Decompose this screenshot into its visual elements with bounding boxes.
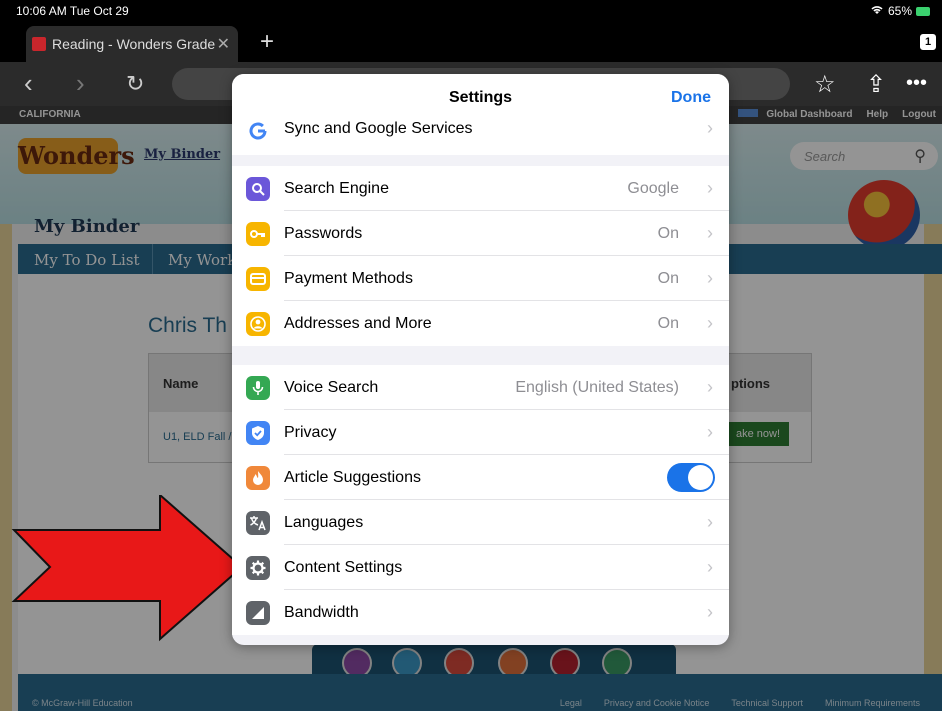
settings-row-label: Languages	[284, 514, 364, 531]
settings-row-payment-methods[interactable]: Payment Methods On ›	[232, 256, 729, 301]
reload-icon[interactable]: ↻	[126, 71, 144, 97]
translate-icon	[246, 511, 270, 535]
settings-row-label: Payment Methods	[284, 270, 413, 287]
settings-row-label: Voice Search	[284, 379, 379, 396]
settings-row-value: Google	[627, 180, 679, 197]
microphone-icon	[246, 376, 270, 400]
settings-row-label: Passwords	[284, 225, 363, 242]
settings-group-basics: Search Engine Google › Passwords On › Pa…	[232, 166, 729, 346]
status-bar: 10:06 AM Tue Oct 29 65%	[0, 0, 942, 22]
settings-title: Settings	[448, 89, 513, 106]
settings-row-value: On	[657, 225, 679, 242]
settings-row-article-suggestions: Article Suggestions	[232, 455, 729, 500]
settings-row-passwords[interactable]: Passwords On ›	[232, 211, 729, 256]
settings-group-account: Sync and Google Services ›	[232, 110, 729, 155]
close-tab-icon[interactable]: ✕	[217, 34, 230, 54]
google-icon	[246, 119, 270, 143]
chevron-right-icon: ›	[707, 268, 713, 288]
share-icon[interactable]: ⇪	[866, 70, 886, 99]
chevron-right-icon: ›	[707, 422, 713, 442]
settings-row-label: Bandwidth	[284, 604, 359, 621]
more-menu-icon[interactable]: •••	[906, 72, 927, 95]
settings-row-value: English (United States)	[515, 379, 679, 396]
chevron-right-icon: ›	[707, 178, 713, 198]
battery-icon	[916, 6, 930, 16]
tab-count-button[interactable]: 1	[920, 34, 936, 50]
settings-row-search-engine[interactable]: Search Engine Google ›	[232, 166, 729, 211]
done-button[interactable]: Done	[671, 89, 711, 107]
back-icon[interactable]: ‹	[24, 68, 33, 99]
new-tab-button[interactable]: +	[260, 28, 274, 56]
browser-tab[interactable]: Reading - Wonders Grade ✕	[26, 26, 238, 62]
settings-row-bandwidth[interactable]: Bandwidth ›	[232, 590, 729, 635]
settings-row-label: Addresses and More	[284, 315, 432, 332]
person-icon	[246, 312, 270, 336]
settings-row-label: Content Settings	[284, 559, 403, 576]
gear-icon	[246, 556, 270, 580]
chevron-right-icon: ›	[707, 557, 713, 577]
settings-row-privacy[interactable]: Privacy ›	[232, 410, 729, 455]
bookmark-star-icon[interactable]: ☆	[814, 70, 836, 99]
settings-row-label: Article Suggestions	[284, 469, 421, 486]
chevron-right-icon: ›	[707, 118, 713, 138]
search-icon	[246, 177, 270, 201]
forward-icon[interactable]: ›	[76, 68, 85, 99]
settings-row-value: On	[657, 270, 679, 287]
flame-icon	[246, 466, 270, 490]
tab-strip: Reading - Wonders Grade ✕ + 1	[0, 22, 942, 62]
settings-row-label: Privacy	[284, 424, 337, 441]
red-arrow-annotation	[11, 495, 244, 642]
key-icon	[246, 222, 270, 246]
settings-row-content-settings[interactable]: Content Settings ›	[232, 545, 729, 590]
bandwidth-icon	[246, 601, 270, 625]
tab-title: Reading - Wonders Grade	[52, 36, 216, 52]
settings-row-label: Search Engine	[284, 180, 389, 197]
credit-card-icon	[246, 267, 270, 291]
status-time: 10:06 AM Tue Oct 29	[16, 4, 129, 18]
chevron-right-icon: ›	[707, 223, 713, 243]
chevron-right-icon: ›	[707, 602, 713, 622]
settings-group-advanced: Voice Search English (United States) › P…	[232, 365, 729, 635]
settings-row-languages[interactable]: Languages ›	[232, 500, 729, 545]
chevron-right-icon: ›	[707, 313, 713, 333]
settings-row-addresses[interactable]: Addresses and More On ›	[232, 301, 729, 346]
settings-row-sync[interactable]: Sync and Google Services ›	[232, 110, 729, 155]
settings-row-voice-search[interactable]: Voice Search English (United States) ›	[232, 365, 729, 410]
settings-row-label: Sync and Google Services	[284, 120, 473, 137]
favicon-icon	[32, 37, 46, 51]
status-right: 65%	[870, 4, 930, 18]
battery-percent: 65%	[887, 4, 912, 18]
wifi-icon	[870, 4, 884, 18]
chevron-right-icon: ›	[707, 377, 713, 397]
chevron-right-icon: ›	[707, 512, 713, 532]
settings-row-value: On	[657, 315, 679, 332]
article-suggestions-toggle[interactable]	[667, 463, 715, 492]
settings-modal: Settings Done Sync and Google Services ›…	[232, 74, 729, 645]
shield-icon	[246, 421, 270, 445]
